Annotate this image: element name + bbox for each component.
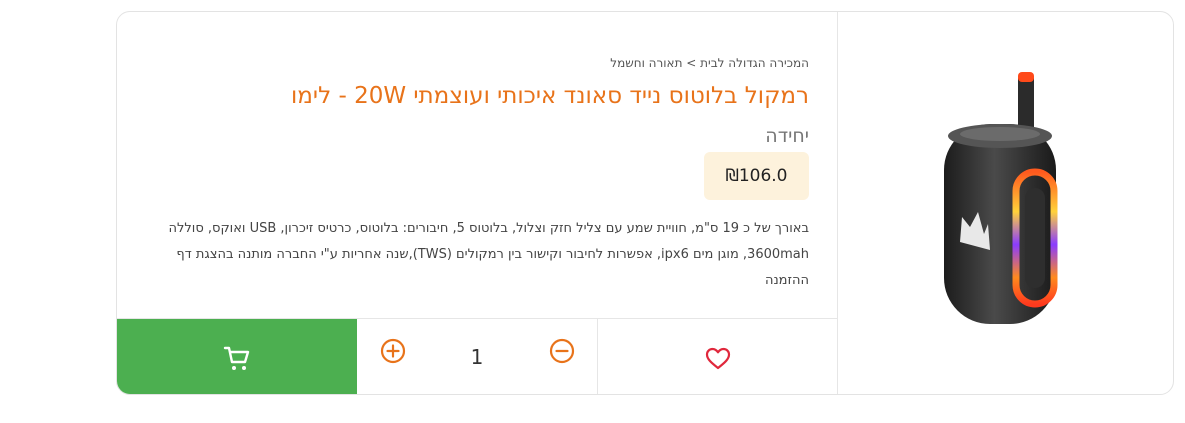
- minus-circle-icon[interactable]: [548, 337, 576, 365]
- quantity-stepper: 1: [357, 319, 598, 394]
- product-image-pane: [837, 12, 1174, 395]
- add-to-cart-button[interactable]: [117, 319, 357, 394]
- shopping-cart-icon: [223, 346, 250, 370]
- plus-circle-icon[interactable]: [379, 337, 407, 365]
- product-info: המכירה הגדולה לבית > תאורה וחשמל רמקול ב…: [117, 12, 837, 318]
- quantity-value[interactable]: 1: [462, 345, 492, 369]
- product-image[interactable]: [838, 12, 1174, 395]
- product-description: באורך של כ 19 ס"מ, חוויית שמע עם צליל חז…: [168, 221, 810, 288]
- product-card: המכירה הגדולה לבית > תאורה וחשמל רמקול ב…: [116, 11, 1174, 395]
- add-to-wishlist-button[interactable]: [598, 319, 837, 394]
- price-value: ₪106.0: [725, 166, 788, 186]
- heart-outline-icon: [705, 347, 730, 370]
- product-title: רמקול בלוטוס נייד סאונד איכותי ועוצמתי 2…: [291, 83, 809, 109]
- action-bar: 1: [117, 318, 837, 394]
- breadcrumb[interactable]: המכירה הגדולה לבית > תאורה וחשמל: [610, 56, 809, 70]
- unit-label: יחידה: [765, 125, 809, 147]
- price-badge: ₪106.0: [704, 152, 809, 200]
